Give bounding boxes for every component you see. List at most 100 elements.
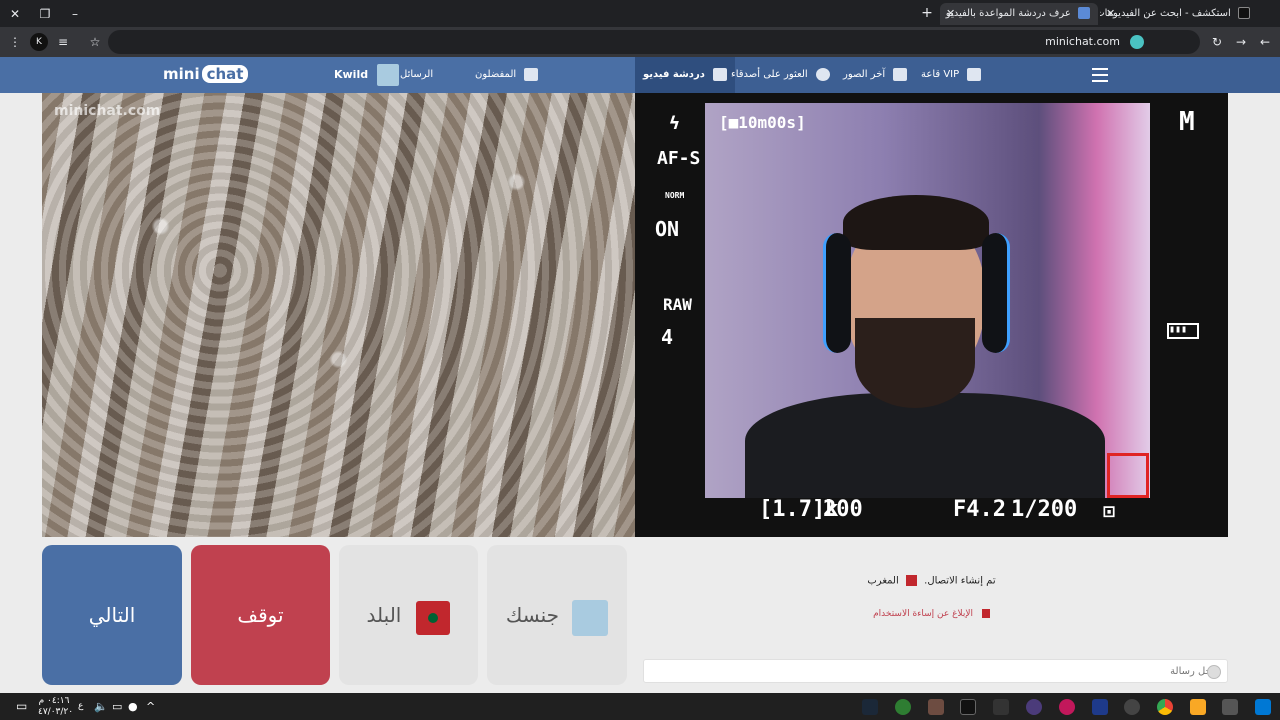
store-icon[interactable] — [1222, 699, 1238, 715]
flag-icon — [981, 609, 990, 618]
reload-icon[interactable]: ↻ — [1208, 33, 1226, 51]
steam-icon[interactable] — [862, 699, 878, 715]
search-icon — [815, 67, 830, 81]
tray-overflow-icon[interactable]: ^ — [146, 693, 155, 720]
minichat-logo[interactable]: mini chat — [163, 65, 249, 83]
language-indicator[interactable]: ع — [78, 693, 83, 720]
chat-panel: تم إنشاء الاتصال. المغرب الإبلاغ عن إساء… — [635, 537, 1228, 693]
af-mode: AF-S — [657, 148, 701, 169]
user-avatar-icon — [572, 599, 609, 636]
maximize-window-icon[interactable]: ❐ — [36, 5, 54, 23]
local-video: [■10m00s] M ϟ AF-S NORM ON RAW 4 ▮▮▮ ⊡ 1… — [635, 93, 1228, 537]
tiktok-favicon-icon — [1238, 7, 1250, 19]
url-text[interactable]: minichat.com — [1045, 30, 1120, 54]
person-beard — [855, 318, 975, 408]
shutter-speed: 1/200 — [1011, 497, 1078, 522]
nav-right: دردشة فيديو العثور على أصدقاء آخر الصور … — [635, 57, 1280, 93]
close-window-icon[interactable]: ✕ — [6, 5, 24, 23]
minimize-window-icon[interactable]: – — [66, 5, 84, 23]
camera-mode: M — [1179, 107, 1195, 137]
media-player-icon[interactable] — [1026, 699, 1042, 715]
tab-title: استكشف - ابحث عن الفيديوهات — [1100, 8, 1231, 19]
focus-box — [1107, 453, 1149, 498]
browser-tab-bar: ✕ ❐ – + ✕ عرف دردشة المواعدة بالفيديو ✕ … — [0, 0, 1280, 27]
system-message: تم إنشاء الاتصال. المغرب — [867, 575, 996, 587]
nav-messages[interactable]: الرسائل — [400, 57, 436, 93]
app-icon[interactable] — [1059, 699, 1075, 715]
camera-viewfinder: [■10m00s] — [705, 103, 1150, 498]
metering-icon: ⊡ — [1103, 499, 1116, 523]
crown-icon — [967, 67, 982, 81]
raw-format: RAW — [663, 295, 692, 314]
person-hair — [843, 195, 989, 250]
burst-count: 4 — [661, 325, 674, 349]
gender-button[interactable]: جنسك — [487, 545, 627, 685]
quality-norm: NORM — [665, 191, 685, 200]
omnibox[interactable]: minichat.com — [108, 30, 1200, 54]
nav-left: mini chat Kwild الرسائل المفضلون — [0, 57, 635, 93]
battery-icon: ▮▮▮ — [1167, 323, 1199, 339]
app-icon[interactable] — [1092, 699, 1108, 715]
stabilizer-on: ON — [655, 217, 680, 241]
close-tab-icon[interactable]: ✕ — [946, 3, 955, 25]
report-abuse-link[interactable]: الإبلاغ عن إساءة الاستخدام — [635, 609, 1228, 619]
media-control-icon[interactable]: ≡ — [54, 33, 72, 51]
forward-icon[interactable]: → — [1232, 33, 1250, 51]
new-tab-button[interactable]: + — [918, 4, 936, 22]
menu-icon[interactable] — [1092, 68, 1108, 82]
windows-taskbar: ▭ ٠٤:١٦ م ٤٧/٠٣/٢٠ ع 🔈 ▭ ● ^ — [0, 693, 1280, 720]
remote-video: minichat.com — [42, 93, 635, 537]
morocco-flag-icon — [416, 600, 451, 635]
chat-message-input[interactable] — [643, 659, 1228, 683]
notification-icon[interactable]: ▭ — [16, 693, 27, 720]
headset-left — [823, 233, 851, 353]
nav-video-chat[interactable]: دردشة فيديو — [635, 57, 736, 93]
profile-avatar[interactable]: K — [30, 33, 48, 51]
video-camera-icon — [713, 67, 728, 81]
stop-button[interactable]: توقف — [191, 545, 330, 685]
nav-latest-photos[interactable]: آخر الصور — [843, 57, 908, 93]
address-toolbar: ⋮ K ≡ ☆ minichat.com ↻ → ← — [0, 27, 1280, 57]
nav-find-friends[interactable]: العثور على أصدقاء — [731, 57, 830, 93]
chrome-icon[interactable] — [1157, 699, 1173, 715]
main-content: minichat.com [■10m00s] M ϟ AF-S NORM ON … — [0, 93, 1280, 693]
flash-icon: ϟ — [669, 113, 680, 134]
bookmark-star-icon[interactable]: ☆ — [86, 33, 104, 51]
video-watermark: minichat.com — [54, 103, 161, 119]
site-navigation: mini chat Kwild الرسائل المفضلون دردشة في… — [0, 57, 1280, 93]
network-icon[interactable]: ▭ — [112, 693, 122, 720]
rec-time: [■10m00s] — [719, 113, 806, 132]
nav-user-profile[interactable]: Kwild — [334, 57, 400, 93]
site-info-icon[interactable] — [1130, 35, 1144, 49]
close-tab-icon[interactable]: ✕ — [1106, 3, 1115, 25]
back-icon[interactable]: ← — [1256, 33, 1274, 51]
volume-icon[interactable]: 🔈 — [94, 693, 108, 720]
more-menu-icon[interactable]: ⋮ — [6, 33, 24, 51]
grid-icon — [893, 67, 908, 81]
bookmark-icon — [524, 67, 539, 81]
capcut-icon[interactable] — [960, 699, 976, 715]
upwork-icon[interactable] — [895, 699, 911, 715]
browser-tab-explore[interactable]: ✕ استكشف - ابحث عن الفيديوهات — [1100, 3, 1258, 25]
country-button[interactable]: البلد — [339, 545, 478, 685]
user-avatar-icon — [377, 64, 400, 86]
shots-remaining: [1.7]k — [759, 497, 839, 522]
person-body — [745, 393, 1105, 498]
nav-favorites[interactable]: المفضلون — [475, 57, 539, 93]
start-icon[interactable] — [1255, 699, 1271, 715]
headset-right — [982, 233, 1010, 353]
file-explorer-icon[interactable] — [1190, 699, 1206, 715]
microphone-icon[interactable]: ● — [128, 693, 138, 720]
nav-vip[interactable]: VIP قاعة — [921, 57, 982, 93]
morocco-flag-icon — [905, 575, 917, 586]
chat-favicon-icon — [1078, 7, 1090, 19]
emoji-icon[interactable] — [1207, 665, 1221, 679]
aperture: F4.2 — [953, 497, 1006, 522]
app-icon[interactable] — [928, 699, 944, 715]
clock[interactable]: ٠٤:١٦ م ٤٧/٠٣/٢٠ — [38, 693, 73, 720]
browser-tab-minichat[interactable]: ✕ عرف دردشة المواعدة بالفيديو — [940, 3, 1098, 25]
xbox-icon[interactable] — [993, 699, 1009, 715]
next-button[interactable]: التالي — [42, 545, 182, 685]
app-icon[interactable] — [1124, 699, 1140, 715]
tab-title: عرف دردشة المواعدة بالفيديو — [945, 8, 1071, 19]
